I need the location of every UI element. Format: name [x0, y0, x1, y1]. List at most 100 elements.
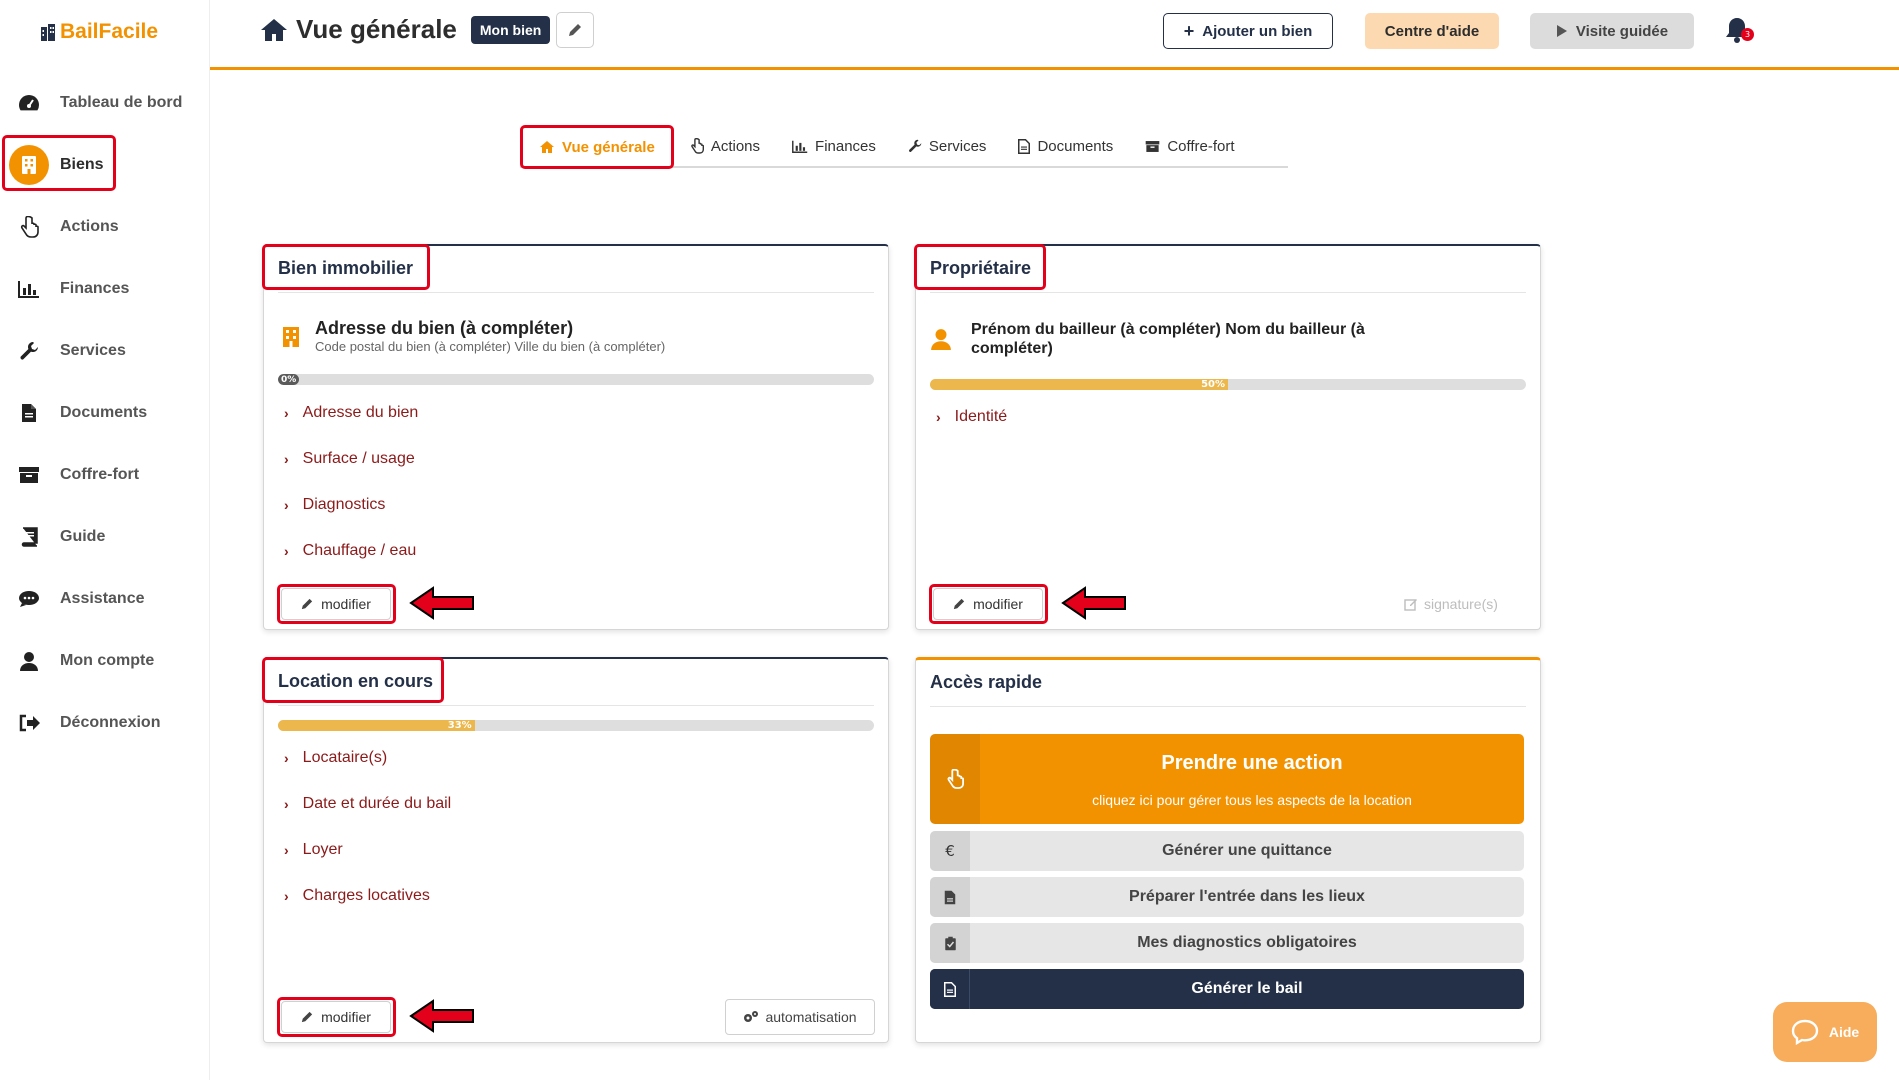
edit-square-icon: [1404, 599, 1417, 611]
chevron-right-icon: ›: [284, 842, 289, 858]
building-icon: [283, 327, 299, 347]
tab-vue-generale[interactable]: Vue générale: [520, 125, 674, 169]
sidebar-item-deconnexion[interactable]: Déconnexion: [0, 700, 200, 746]
help-chat-button[interactable]: Aide: [1773, 1002, 1877, 1062]
guided-tour-label: Visite guidée: [1575, 22, 1669, 40]
sidebar-item-assistance[interactable]: Assistance: [0, 576, 200, 622]
link-adresse[interactable]: › Adresse du bien: [284, 390, 418, 436]
hand-pointer-icon: [691, 138, 704, 154]
play-icon: [1556, 25, 1567, 37]
signature-link[interactable]: signature(s): [1404, 596, 1498, 612]
hand-pointer-icon: [16, 214, 42, 240]
tab-services[interactable]: Services: [892, 125, 1003, 167]
card-divider: [278, 705, 874, 706]
modify-property-button[interactable]: modifier: [281, 588, 391, 620]
link-charges[interactable]: › Charges locatives: [284, 873, 451, 919]
edit-title-button[interactable]: [556, 12, 594, 48]
user-icon: [16, 648, 42, 674]
owner-links: › Identité: [936, 394, 1007, 440]
tab-label: Actions: [710, 137, 761, 155]
link-label: Loyer: [302, 841, 343, 858]
sidebar-item-services[interactable]: Services: [0, 328, 200, 374]
automation-button[interactable]: automatisation: [725, 999, 875, 1035]
tab-coffre-fort[interactable]: Coffre-fort: [1129, 125, 1250, 167]
user-icon: [931, 329, 951, 350]
sidebar-item-finances[interactable]: Finances: [0, 266, 200, 312]
chevron-right-icon: ›: [284, 451, 289, 467]
card-divider: [930, 292, 1526, 293]
link-label: Charges locatives: [302, 887, 430, 904]
sidebar-item-label: Tableau de bord: [60, 94, 183, 111]
sidebar-item-label: Biens: [60, 156, 104, 173]
sidebar-item-coffre-fort[interactable]: Coffre-fort: [0, 452, 200, 498]
home-icon: [540, 141, 554, 153]
tab-finances[interactable]: Finances: [776, 125, 892, 167]
sidebar-item-label: Services: [60, 342, 126, 359]
card-title: Accès rapide: [930, 672, 1043, 692]
link-locataires[interactable]: › Locataire(s): [284, 735, 451, 781]
dashboard-icon: [16, 90, 42, 116]
sidebar-item-label: Déconnexion: [60, 714, 161, 731]
help-center-button[interactable]: Centre d'aide: [1365, 13, 1499, 49]
diagnostics-button[interactable]: Mes diagnostics obligatoires: [930, 923, 1524, 963]
link-label: Diagnostics: [302, 496, 386, 513]
modify-owner-button[interactable]: modifier: [933, 588, 1043, 620]
property-address-block: Adresse du bien (à compléter) Code posta…: [315, 318, 665, 354]
archive-icon: [16, 462, 42, 488]
sidebar-item-mon-compte[interactable]: Mon compte: [0, 638, 200, 684]
sidebar-item-label: Actions: [60, 218, 119, 235]
chevron-right-icon: ›: [284, 405, 289, 421]
plus-icon: +: [1183, 20, 1195, 41]
sidebar-item-actions[interactable]: Actions: [0, 204, 200, 250]
progress-label: 0%: [278, 374, 300, 385]
modify-rental-button[interactable]: modifier: [281, 1001, 391, 1033]
help-center-label: Centre d'aide: [1384, 22, 1480, 40]
chat-icon: [16, 586, 42, 612]
sidebar-item-label: Coffre-fort: [60, 466, 140, 483]
document-icon: [16, 400, 42, 426]
link-label: Identité: [954, 408, 1008, 425]
sidebar-item-tableau-de-bord[interactable]: Tableau de bord: [0, 80, 200, 126]
chevron-right-icon: ›: [284, 888, 289, 904]
file-text-icon: [930, 969, 970, 1009]
rental-card: Location en cours 33% › Locataire(s) › Dat…: [262, 657, 889, 1043]
tab-actions[interactable]: Actions: [674, 125, 776, 167]
sidebar-item-biens[interactable]: Biens: [0, 142, 200, 188]
help-chat-label: Aide: [1828, 1024, 1860, 1040]
pencil-icon: [301, 1011, 313, 1023]
generate-receipt-button[interactable]: € Générer une quittance: [930, 831, 1524, 871]
link-loyer[interactable]: › Loyer: [284, 827, 451, 873]
link-identite[interactable]: › Identité: [936, 394, 1007, 440]
tab-label: Services: [928, 137, 987, 155]
sidebar-item-documents[interactable]: Documents: [0, 390, 200, 436]
link-surface[interactable]: › Surface / usage: [284, 436, 418, 482]
tab-label: Vue générale: [562, 138, 655, 156]
property-tabs: Vue générale Actions Finances Services D…: [520, 125, 1288, 169]
property-links: › Adresse du bien › Surface / usage › Diagn…: [284, 390, 418, 574]
sidebar: BailFacile Tableau de bord Biens Actions…: [0, 0, 210, 1080]
chevron-right-icon: ›: [284, 497, 289, 513]
app-logo[interactable]: BailFacile: [40, 20, 158, 44]
link-chauffage[interactable]: › Chauffage / eau: [284, 528, 418, 574]
gears-icon: [744, 1011, 759, 1022]
chevron-right-icon: ›: [284, 543, 289, 559]
card-title: Location en cours: [278, 671, 434, 691]
generate-lease-button[interactable]: Générer le bail: [930, 969, 1524, 1009]
take-action-button[interactable]: Prendre une action cliquez ici pour gére…: [930, 734, 1524, 824]
tab-documents[interactable]: Documents: [1002, 125, 1129, 167]
book-icon: [16, 524, 42, 550]
add-property-button[interactable]: + Ajouter un bien: [1163, 13, 1333, 49]
red-arrow-icon: [409, 999, 474, 1033]
link-diagnostics[interactable]: › Diagnostics: [284, 482, 418, 528]
progress-label: 50%: [930, 379, 1228, 390]
archive-icon: [1145, 140, 1160, 152]
notifications-button[interactable]: 3: [1724, 16, 1754, 46]
building-icon: [9, 145, 49, 185]
quick-row-label: Mes diagnostics obligatoires: [1137, 934, 1357, 951]
guided-tour-button[interactable]: Visite guidée: [1530, 13, 1694, 49]
euro-icon: €: [930, 831, 970, 871]
prepare-move-in-button[interactable]: Préparer l'entrée dans les lieux: [930, 877, 1524, 917]
link-date-duree[interactable]: › Date et durée du bail: [284, 781, 451, 827]
card-title: Bien immobilier: [278, 258, 414, 278]
sidebar-item-guide[interactable]: Guide: [0, 514, 200, 560]
